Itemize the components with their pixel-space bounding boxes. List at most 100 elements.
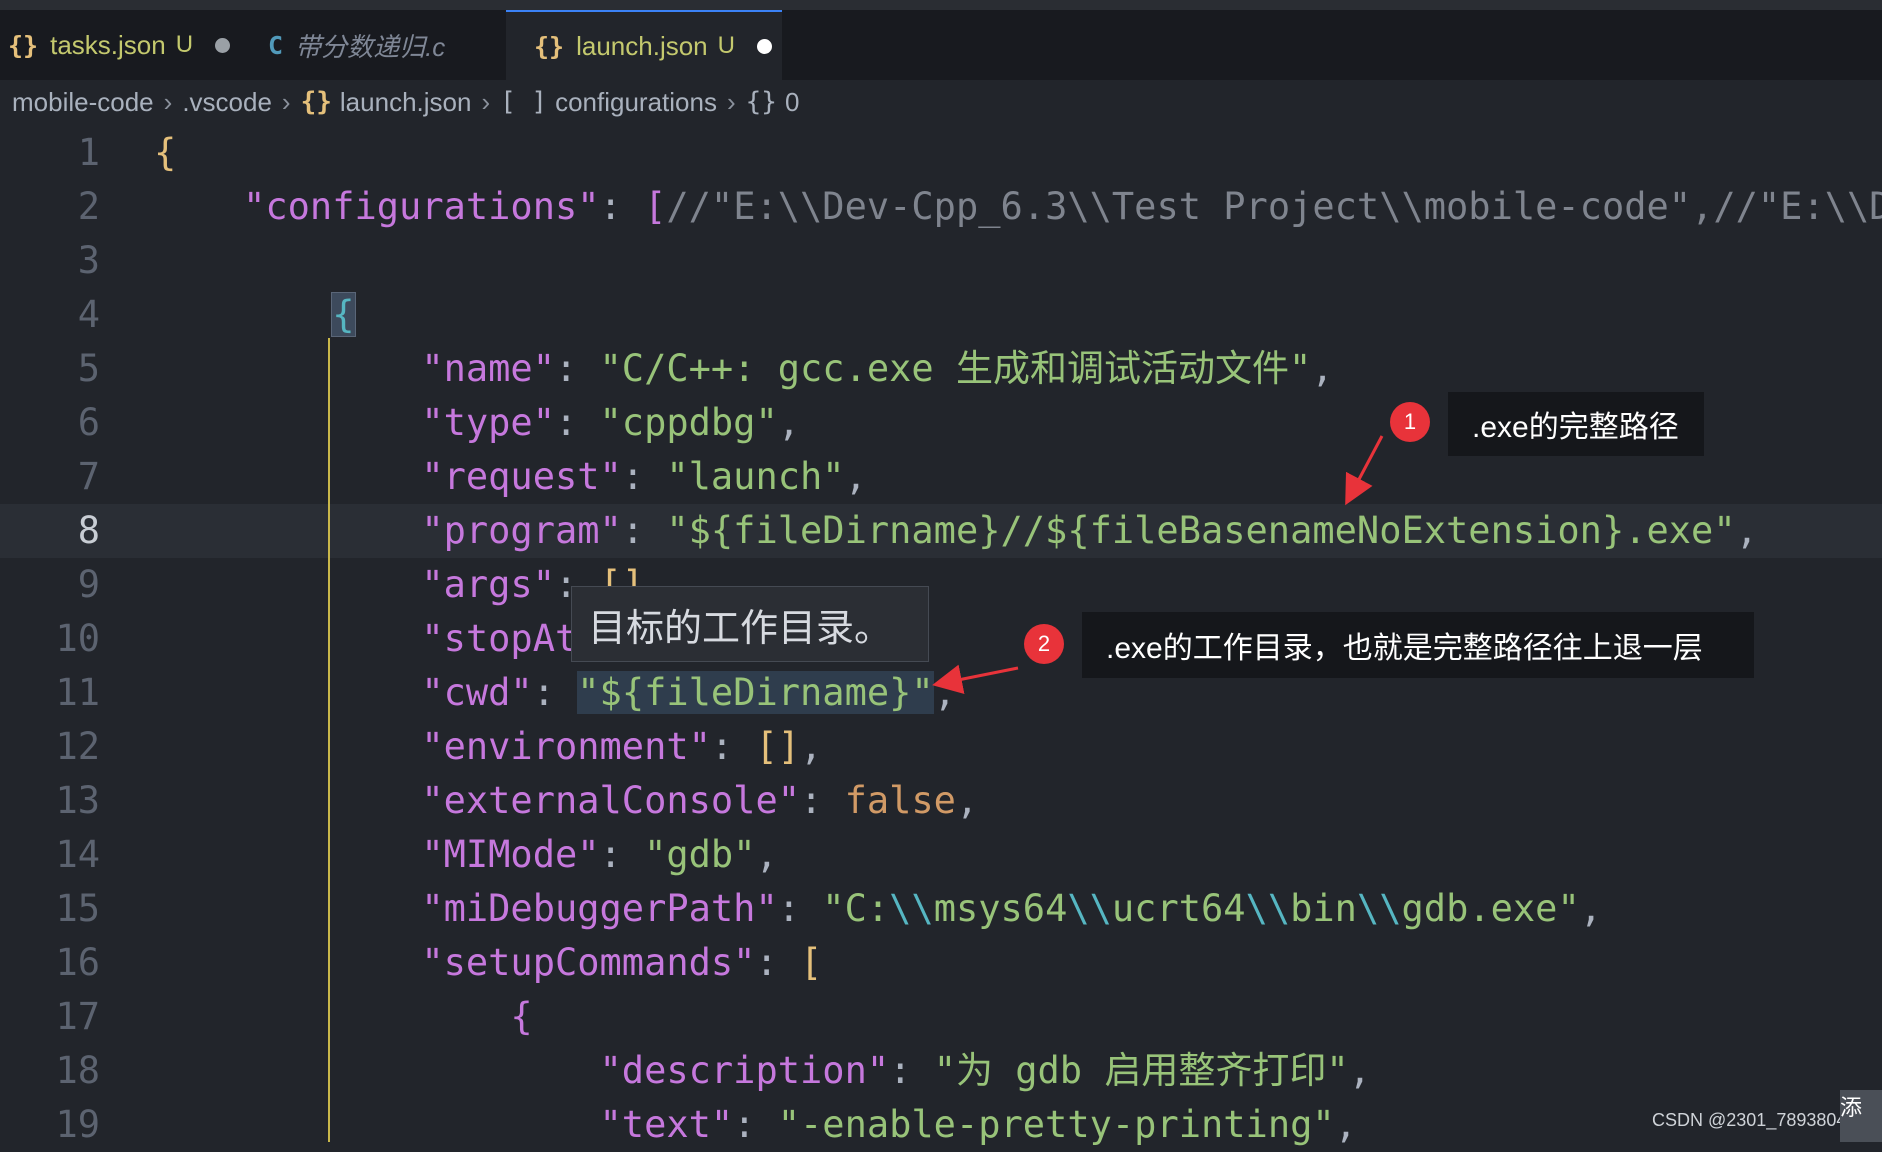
code-token: : xyxy=(621,455,667,498)
code-line[interactable]: 15 "miDebuggerPath": "C:\\msys64\\ucrt64… xyxy=(0,882,1882,936)
untracked-badge: U xyxy=(175,31,194,58)
json-file-icon: {} xyxy=(300,87,332,117)
code-token: { xyxy=(510,995,533,1038)
annotation-marker-2: 2 xyxy=(1024,624,1064,664)
line-number: 10 xyxy=(55,617,100,660)
code-line[interactable]: 2 "configurations": [//"E:\\Dev-Cpp_6.3\… xyxy=(0,180,1882,234)
line-number: 18 xyxy=(55,1049,100,1092)
chevron-right-icon: › xyxy=(163,86,173,117)
code-token: { xyxy=(154,131,177,174)
code-line[interactable]: 7 "request": "launch", xyxy=(0,450,1882,504)
code-line[interactable]: 5 "name": "C/C++: gcc.exe 生成和调试活动文件", xyxy=(0,342,1882,396)
line-number: 4 xyxy=(77,293,100,336)
code-text: "configurations": [//"E:\\Dev-Cpp_6.3\\T… xyxy=(154,180,1882,234)
code-token: , xyxy=(1311,347,1334,390)
annotation-marker-1: 1 xyxy=(1390,402,1430,442)
code-token: "MIMode" xyxy=(421,833,600,876)
code-token: : xyxy=(554,401,600,444)
code-token: \\ xyxy=(1245,887,1291,930)
code-token: "miDebuggerPath" xyxy=(421,887,778,930)
code-token: "C/C++: gcc.exe 生成和调试活动文件" xyxy=(599,347,1312,390)
c-file-icon: C xyxy=(268,30,284,60)
hover-tooltip: 目标的工作目录。 xyxy=(571,586,929,662)
code-line[interactable]: 18 "description": "为 gdb 启用整齐打印", xyxy=(0,1044,1882,1098)
line-number: 2 xyxy=(77,185,100,228)
code-line[interactable]: 12 "environment": [], xyxy=(0,720,1882,774)
code-token: "description" xyxy=(599,1049,890,1092)
code-token: , xyxy=(1334,1103,1357,1146)
code-token: \\ xyxy=(1356,887,1402,930)
code-line[interactable]: 16 "setupCommands": [ xyxy=(0,936,1882,990)
code-token: gdb.exe" xyxy=(1401,887,1580,930)
breadcrumb-file[interactable]: launch.json xyxy=(340,87,472,118)
code-line[interactable]: 14 "MIMode": "gdb", xyxy=(0,828,1882,882)
code-text: "miDebuggerPath": "C:\\msys64\\ucrt64\\b… xyxy=(154,882,1602,936)
tab-bar-top-strip xyxy=(0,0,1882,10)
code-line[interactable]: 1{ xyxy=(0,126,1882,180)
corner-button[interactable]: 添 xyxy=(1840,1090,1882,1142)
code-token: : xyxy=(733,1103,778,1146)
json-file-icon: {} xyxy=(534,31,565,61)
code-text: "externalConsole": false, xyxy=(154,774,978,828)
line-number: 6 xyxy=(77,401,100,444)
breadcrumb-subfolder[interactable]: .vscode xyxy=(182,87,272,118)
code-text: { xyxy=(154,126,176,180)
code-line[interactable]: 3 xyxy=(0,234,1882,288)
code-text: "text": "-enable-pretty-printing", xyxy=(154,1098,1357,1152)
code-token: [] xyxy=(755,725,801,768)
code-token: , xyxy=(800,725,823,768)
code-line[interactable]: 4 { xyxy=(0,288,1882,342)
code-token: [ xyxy=(644,185,667,228)
code-token: \\ xyxy=(889,887,934,930)
code-token: , xyxy=(1735,509,1758,552)
code-token: "environment" xyxy=(421,725,711,768)
code-line[interactable]: 17 { xyxy=(0,990,1882,1044)
code-token: msys64 xyxy=(933,887,1068,930)
json-file-icon: {} xyxy=(8,30,39,60)
code-line[interactable]: 19 "text": "-enable-pretty-printing", xyxy=(0,1098,1882,1152)
code-text: { xyxy=(154,990,533,1044)
line-number: 11 xyxy=(55,671,100,714)
code-token: //"E:\\Dev-Cpp_6.3\\Test Project\\mobile… xyxy=(666,185,1882,228)
breadcrumb-index[interactable]: 0 xyxy=(785,87,799,118)
indent-guide xyxy=(328,338,330,1142)
code-token: : xyxy=(755,941,801,984)
line-number: 3 xyxy=(77,239,100,282)
tab-launch-json[interactable]: {} launch.json U xyxy=(506,10,782,80)
code-line[interactable]: 13 "externalConsole": false, xyxy=(0,774,1882,828)
tab-tasks-json[interactable]: {} tasks.json U xyxy=(0,10,244,80)
code-token: "program" xyxy=(421,509,622,552)
unsaved-dot-icon[interactable] xyxy=(757,38,772,54)
breadcrumb-section[interactable]: configurations xyxy=(555,87,717,118)
line-number: 19 xyxy=(55,1103,100,1146)
code-token: , xyxy=(955,779,979,822)
chevron-right-icon: › xyxy=(726,86,736,117)
tab-c-file[interactable]: C 带分数递归.c xyxy=(236,10,538,80)
line-number: 14 xyxy=(55,833,100,876)
chevron-right-icon: › xyxy=(481,86,491,117)
untracked-badge: U xyxy=(717,32,735,59)
code-line[interactable]: 9 "args": [], xyxy=(0,558,1882,612)
unsaved-dot-icon[interactable] xyxy=(215,37,231,53)
code-text: "type": "cppdbg", xyxy=(154,396,800,450)
code-token: , xyxy=(933,671,956,714)
code-line[interactable]: 8 "program": "${fileDirname}//${fileBase… xyxy=(0,504,1882,558)
code-token: "setupCommands" xyxy=(421,941,756,984)
breadcrumb-folder[interactable]: mobile-code xyxy=(12,87,154,118)
code-token: "${fileDirname}" xyxy=(577,671,934,714)
code-token: "type" xyxy=(421,401,555,444)
code-token: "-enable-pretty-printing" xyxy=(777,1103,1335,1146)
code-token: "externalConsole" xyxy=(421,779,801,822)
line-number: 7 xyxy=(77,455,100,498)
